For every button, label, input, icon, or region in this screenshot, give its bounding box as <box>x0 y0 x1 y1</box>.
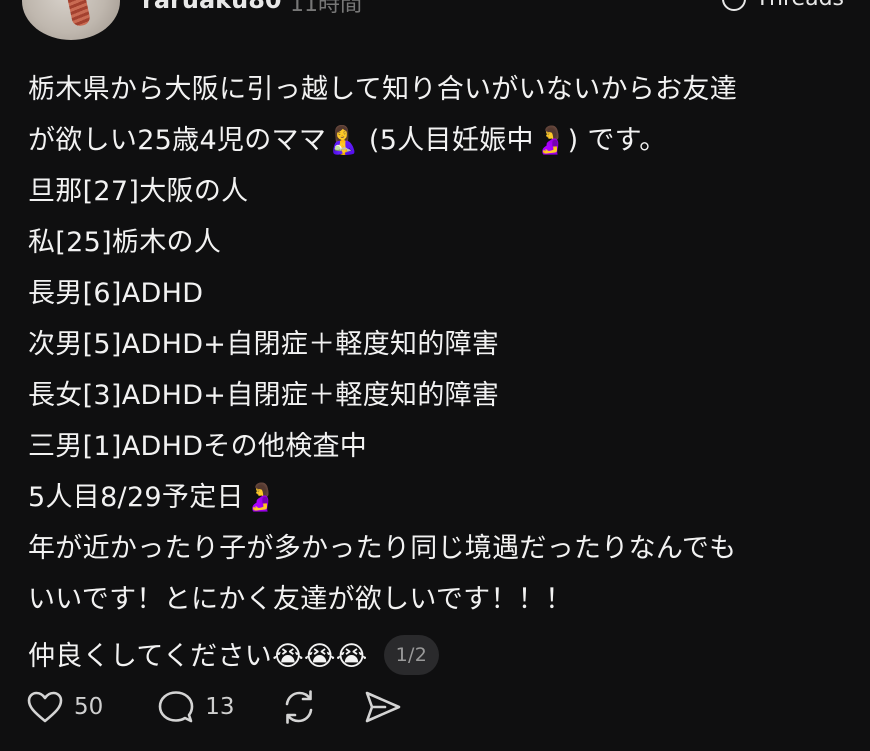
post-line: 私[25]栃木の人 <box>28 227 222 258</box>
reply-button[interactable]: 13 <box>157 689 235 725</box>
timestamp: 11時間 <box>290 0 362 17</box>
comment-icon <box>158 691 194 723</box>
post-line: 5人目8/29予定日🤰 <box>28 482 278 513</box>
post-header: raruaku80 11時間 Threads <box>0 0 870 40</box>
post-line: 旦那[27]大阪の人 <box>28 176 249 207</box>
post-line: 長男[6]ADHD <box>28 278 204 309</box>
avatar[interactable] <box>22 0 120 40</box>
repost-button[interactable] <box>279 688 319 726</box>
post-line: 長女[3]ADHD+自閉症＋軽度知的障害 <box>28 380 500 411</box>
post-line: いいです！とにかく友達が欲しいです！！！ <box>28 584 573 615</box>
reply-count: 13 <box>205 694 235 720</box>
share-button[interactable] <box>363 689 403 725</box>
threads-link[interactable]: Threads <box>721 0 844 11</box>
action-bar: 50 13 <box>26 684 457 730</box>
post-line: 三男[1]ADHDその他検査中 <box>28 431 368 462</box>
like-button[interactable]: 50 <box>26 690 103 724</box>
post-last-line: 仲良くしてください😭😭😭 1/2 <box>28 631 858 682</box>
like-count: 50 <box>74 694 104 720</box>
post-line: 仲良くしてください😭😭😭 <box>28 641 368 672</box>
post-line: 次男[5]ADHD+自閉症＋軽度知的障害 <box>28 329 500 360</box>
threads-label: Threads <box>756 0 844 11</box>
repost-icon <box>285 690 312 724</box>
threads-icon <box>721 0 746 11</box>
post-line: が欲しい25歳4児のママ🤱 (5人目妊娠中🤰) です。 <box>28 125 667 156</box>
share-icon <box>365 691 400 723</box>
post-line: 栃木県から大阪に引っ越して知り合いがいないからお友達 <box>28 74 737 105</box>
heart-icon <box>27 691 63 723</box>
post-line: 年が近かったり子が多かったり同じ境遇だったりなんでも <box>28 533 737 564</box>
page-indicator[interactable]: 1/2 <box>383 634 440 675</box>
post-body: 栃木県から大阪に引っ越して知り合いがいないからお友達 が欲しい25歳4児のママ🤱… <box>28 64 858 682</box>
username[interactable]: raruaku80 <box>142 0 282 14</box>
